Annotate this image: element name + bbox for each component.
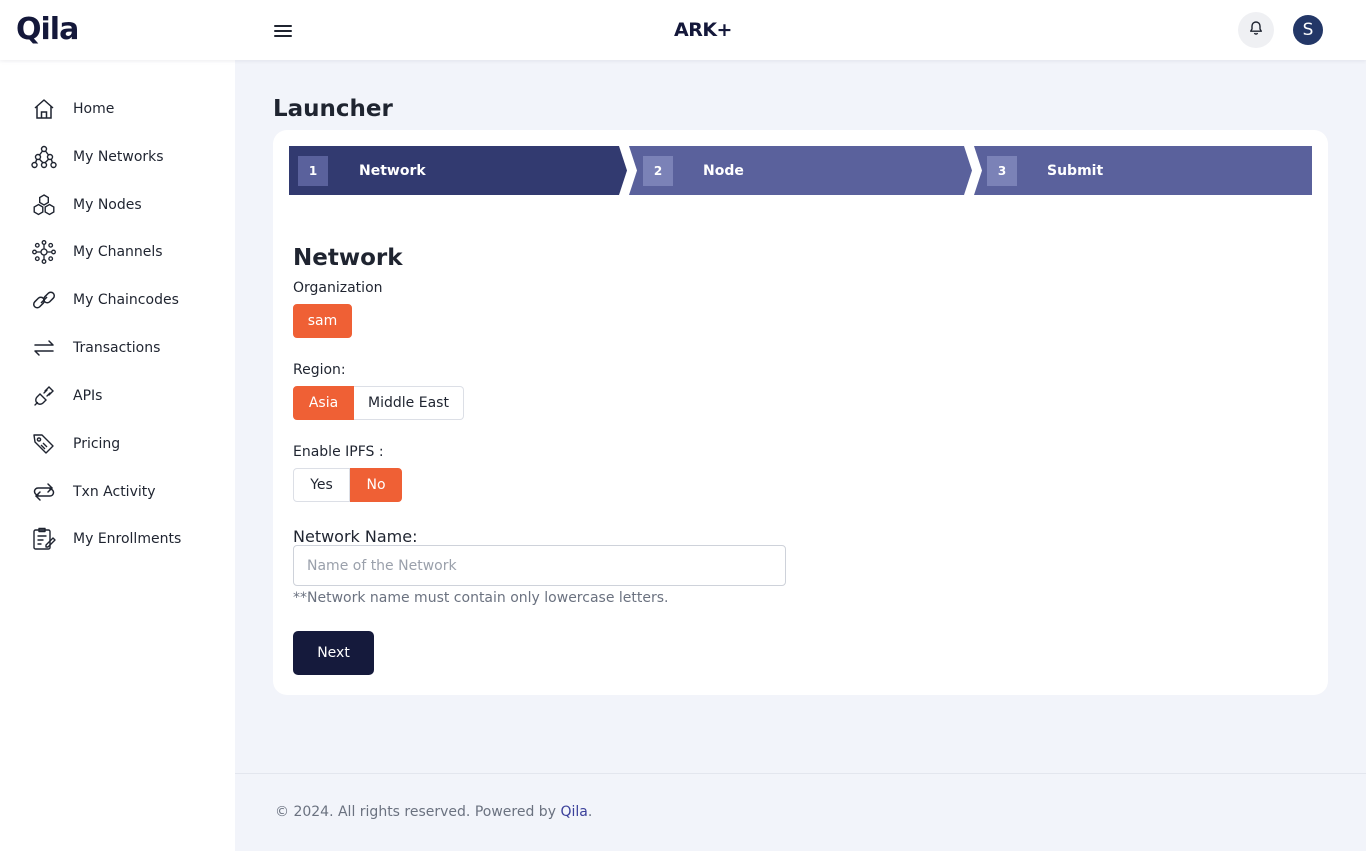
sidebar-item-txn-activity[interactable]: Txn Activity <box>30 472 220 512</box>
sidebar-item-label: My Channels <box>73 244 163 260</box>
sidebar-item-label: Txn Activity <box>73 484 156 500</box>
plug-icon <box>30 382 58 410</box>
form-title: Network <box>293 245 403 271</box>
footer-qila-link[interactable]: Qila <box>560 804 587 820</box>
sidebar-item-label: Pricing <box>73 436 121 452</box>
sidebar-item-transactions[interactable]: Transactions <box>30 328 220 368</box>
footer-text: © 2024. All rights reserved. Powered by … <box>275 804 592 820</box>
qila-logo[interactable]: Qila <box>16 12 79 48</box>
nodes-icon <box>30 191 58 219</box>
step-number: 1 <box>298 155 328 186</box>
home-icon <box>30 95 58 123</box>
bell-icon <box>1248 20 1264 40</box>
tags-icon <box>30 430 58 458</box>
sidebar-item-home[interactable]: Home <box>30 89 220 129</box>
sidebar-item-label: My Nodes <box>73 197 142 213</box>
network-name-hint: **Network name must contain only lowerca… <box>293 590 669 606</box>
network-name-label: Network Name: <box>293 527 418 546</box>
user-avatar[interactable]: S <box>1293 15 1323 45</box>
step-label: Node <box>703 162 744 179</box>
stepper-background <box>289 146 1312 195</box>
region-label: Region: <box>293 362 346 378</box>
ipfs-label: Enable IPFS : <box>293 444 384 460</box>
sidebar-item-label: Home <box>73 101 115 117</box>
sidebar-item-pricing[interactable]: Pricing <box>30 424 220 464</box>
region-options: Asia Middle East <box>293 386 464 420</box>
network-name-input[interactable] <box>293 545 786 586</box>
step-submit[interactable]: 3 Submit <box>987 146 1103 195</box>
footer-copyright: © 2024. All rights reserved. Powered by <box>275 804 561 820</box>
ipfs-option-yes[interactable]: Yes <box>293 468 350 502</box>
step-label: Submit <box>1047 162 1104 179</box>
sidebar-item-label: My Networks <box>73 149 164 165</box>
sidebar-item-label: My Chaincodes <box>73 292 179 308</box>
ark-plus-brand-logo: ARK+ <box>674 19 732 41</box>
sidebar-item-my-nodes[interactable]: My Nodes <box>30 185 220 225</box>
link-icon <box>30 286 58 314</box>
region-option-asia[interactable]: Asia <box>293 386 354 420</box>
organization-option-sam[interactable]: sam <box>293 304 352 338</box>
region-option-middle-east[interactable]: Middle East <box>354 386 464 420</box>
footer-suffix: . <box>587 804 593 820</box>
channels-icon <box>30 238 58 266</box>
clipboard-edit-icon <box>30 525 58 553</box>
sidebar-item-label: Transactions <box>73 340 161 356</box>
step-node[interactable]: 2 Node <box>643 146 744 195</box>
stepper: 1 Network 2 Node 3 Submit <box>289 146 1312 195</box>
ipfs-option-no[interactable]: No <box>350 468 402 502</box>
step-network[interactable]: 1 Network <box>298 146 426 195</box>
loop-arrows-icon <box>30 478 58 506</box>
sidebar-item-label: My Enrollments <box>73 531 182 547</box>
step-number: 2 <box>643 155 673 186</box>
page-title: Launcher <box>273 96 393 122</box>
sidebar: Home My Networks My Nodes My Channels My… <box>0 60 235 851</box>
ipfs-options: Yes No <box>293 468 402 502</box>
next-button[interactable]: Next <box>293 631 374 675</box>
top-bar: Qila ARK+ S <box>0 0 1366 60</box>
notifications-button[interactable] <box>1238 12 1274 48</box>
sidebar-item-my-networks[interactable]: My Networks <box>30 137 220 177</box>
sidebar-item-my-enrollments[interactable]: My Enrollments <box>30 519 220 559</box>
organization-label: Organization <box>293 280 383 296</box>
sidebar-item-my-chaincodes[interactable]: My Chaincodes <box>30 280 220 320</box>
organization-options: sam <box>293 304 352 338</box>
hamburger-menu-icon[interactable] <box>272 20 294 42</box>
sidebar-item-apis[interactable]: APIs <box>30 376 220 416</box>
sidebar-item-my-channels[interactable]: My Channels <box>30 232 220 272</box>
step-label: Network <box>359 162 426 179</box>
step-number: 3 <box>987 155 1017 186</box>
arrows-exchange-icon <box>30 334 58 362</box>
network-icon <box>30 143 58 171</box>
footer: © 2024. All rights reserved. Powered by … <box>235 773 1366 851</box>
sidebar-item-label: APIs <box>73 388 103 404</box>
